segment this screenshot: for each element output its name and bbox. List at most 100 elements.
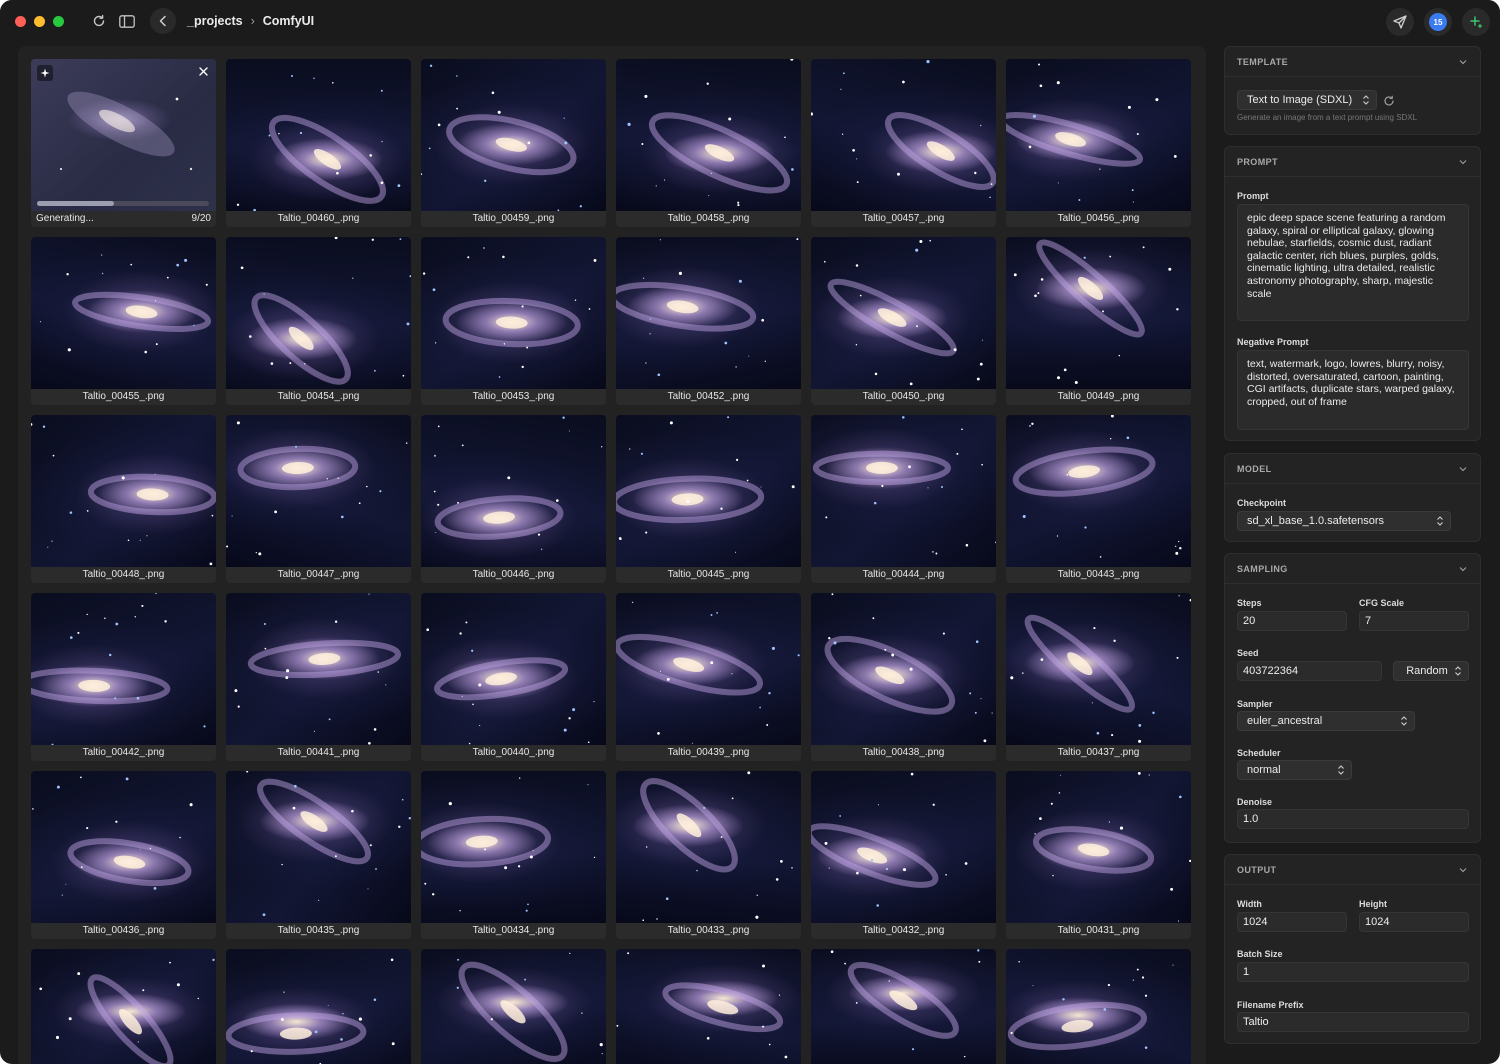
gallery-tile[interactable]: Taltio_00444_.png [811, 415, 996, 583]
cfg-scale-input[interactable]: 7 [1359, 611, 1469, 631]
sampling-section: SAMPLING Steps 20 CFG Scale 7 Seed 40372… [1224, 553, 1481, 843]
steps-input[interactable]: 20 [1237, 611, 1347, 631]
send-button[interactable] [1386, 8, 1414, 36]
prompt-textarea[interactable]: epic deep space scene featuring a random… [1237, 204, 1469, 321]
refresh-template-button[interactable] [1383, 94, 1395, 106]
template-section-header[interactable]: TEMPLATE [1225, 47, 1480, 77]
scheduler-select[interactable]: normal [1237, 760, 1352, 780]
galaxy-art [421, 64, 582, 211]
model-section-header[interactable]: MODEL [1225, 454, 1480, 484]
gallery-tile[interactable] [1006, 949, 1191, 1064]
gallery-tile[interactable]: Taltio_00438_.png [811, 593, 996, 761]
gallery-tile[interactable]: Taltio_00450_.png [811, 237, 996, 405]
galaxy-thumbnail [421, 949, 606, 1064]
galaxy-thumbnail [421, 415, 606, 567]
window-controls [15, 15, 64, 27]
seed-label: Seed [1237, 648, 1259, 658]
gallery-tile[interactable] [421, 949, 606, 1064]
galaxy-art [31, 593, 206, 745]
generation-progress-bar [37, 201, 209, 206]
gallery-tile[interactable] [31, 949, 216, 1064]
height-input[interactable]: 1024 [1359, 912, 1469, 932]
reload-icon[interactable] [88, 10, 110, 32]
template-select[interactable]: Text to Image (SDXL) [1237, 90, 1377, 110]
batch-size-input[interactable]: 1 [1237, 962, 1469, 982]
tile-filename: Taltio_00435_.png [226, 923, 411, 939]
gallery-tile[interactable]: Taltio_00435_.png [226, 771, 411, 939]
chevron-left-icon [159, 15, 166, 27]
gallery-tile[interactable]: Taltio_00459_.png [421, 59, 606, 227]
gallery-tile[interactable]: Taltio_00454_.png [226, 237, 411, 405]
gallery-tile[interactable]: Taltio_00448_.png [31, 415, 216, 583]
gallery-tile[interactable]: Taltio_00460_.png [226, 59, 411, 227]
galaxy-thumbnail [811, 237, 996, 389]
sparkle-icon [37, 65, 53, 81]
cancel-generation-button[interactable] [196, 64, 210, 78]
galaxy-thumbnail [616, 415, 801, 567]
maximize-window-button[interactable] [53, 15, 64, 27]
gallery-tile[interactable]: Taltio_00431_.png [1006, 771, 1191, 939]
galaxy-art [236, 75, 401, 211]
gallery-tile[interactable]: Taltio_00439_.png [616, 593, 801, 761]
gallery-tile[interactable]: Taltio_00457_.png [811, 59, 996, 227]
gallery-tile[interactable] [616, 949, 801, 1064]
gallery-tile[interactable]: Taltio_00440_.png [421, 593, 606, 761]
minimize-window-button[interactable] [34, 15, 45, 27]
gallery-tile[interactable]: Taltio_00432_.png [811, 771, 996, 939]
gallery-tile[interactable]: Taltio_00446_.png [421, 415, 606, 583]
tile-filename: Taltio_00436_.png [31, 923, 216, 939]
height-label: Height [1359, 899, 1387, 909]
seed-mode-select[interactable]: Random [1393, 661, 1469, 681]
close-window-button[interactable] [15, 15, 26, 27]
checkpoint-select[interactable]: sd_xl_base_1.0.safetensors [1237, 511, 1451, 531]
gallery-tile[interactable]: Taltio_00437_.png [1006, 593, 1191, 761]
gallery-tile[interactable]: Taltio_00455_.png [31, 237, 216, 405]
notification-badge: 15 [1429, 13, 1447, 31]
gallery-tile[interactable]: Taltio_00453_.png [421, 237, 606, 405]
breadcrumb-parent[interactable]: _projects [187, 14, 243, 28]
galaxy-thumbnail [616, 771, 801, 923]
tile-filename: Taltio_00434_.png [421, 923, 606, 939]
galaxy-art [234, 593, 402, 745]
gallery-tile[interactable]: Taltio_00456_.png [1006, 59, 1191, 227]
seed-input[interactable]: 403722364 [1237, 661, 1382, 681]
gallery-tile[interactable] [226, 949, 411, 1064]
negative-prompt-textarea[interactable]: text, watermark, logo, lowres, blurry, n… [1237, 350, 1469, 430]
prompt-section-header[interactable]: PROMPT [1225, 147, 1480, 177]
gallery-tile[interactable]: Taltio_00452_.png [616, 237, 801, 405]
back-button[interactable] [150, 8, 176, 34]
gallery-tile[interactable]: Taltio_00441_.png [226, 593, 411, 761]
sampler-select[interactable]: euler_ancestral [1237, 711, 1415, 731]
sparkle-button[interactable] [1462, 8, 1490, 36]
galaxy-art [616, 601, 800, 744]
gallery-tile[interactable]: Taltio_00449_.png [1006, 237, 1191, 405]
filename-prefix-input[interactable]: Taltio [1237, 1012, 1469, 1032]
breadcrumb-separator: › [250, 14, 255, 28]
tile-filename: Taltio_00433_.png [616, 923, 801, 939]
gallery-tile[interactable]: Taltio_00447_.png [226, 415, 411, 583]
generating-caption: Generating... 9/20 [31, 211, 216, 227]
gallery-tile[interactable]: Taltio_00445_.png [616, 415, 801, 583]
gallery-tile[interactable]: Taltio_00458_.png [616, 59, 801, 227]
output-section-header[interactable]: OUTPUT [1225, 855, 1480, 885]
batch-size-label: Batch Size [1237, 949, 1283, 959]
galaxy-art [31, 423, 216, 566]
gallery-tile[interactable]: Taltio_00433_.png [616, 771, 801, 939]
gallery-tile[interactable]: Taltio_00442_.png [31, 593, 216, 761]
breadcrumb-current: ComfyUI [262, 14, 315, 28]
gallery-tile[interactable]: Taltio_00443_.png [1006, 415, 1191, 583]
gallery-tile[interactable] [811, 949, 996, 1064]
galaxy-thumbnail [31, 949, 216, 1064]
galaxy-thumbnail [1006, 59, 1191, 211]
gallery-tile[interactable]: Taltio_00436_.png [31, 771, 216, 939]
sidebar-toggle-icon[interactable] [116, 10, 138, 32]
galaxy-thumbnail [31, 237, 216, 389]
sampling-section-header[interactable]: SAMPLING [1225, 554, 1480, 584]
galaxy-thumbnail [226, 771, 411, 923]
tile-filename: Taltio_00439_.png [616, 745, 801, 761]
width-input[interactable]: 1024 [1237, 912, 1347, 932]
gallery-tile[interactable]: Taltio_00434_.png [421, 771, 606, 939]
denoise-input[interactable]: 1.0 [1237, 809, 1469, 829]
generating-tile[interactable]: Generating... 9/20 [31, 59, 216, 227]
notifications-button[interactable]: 15 [1424, 8, 1452, 36]
